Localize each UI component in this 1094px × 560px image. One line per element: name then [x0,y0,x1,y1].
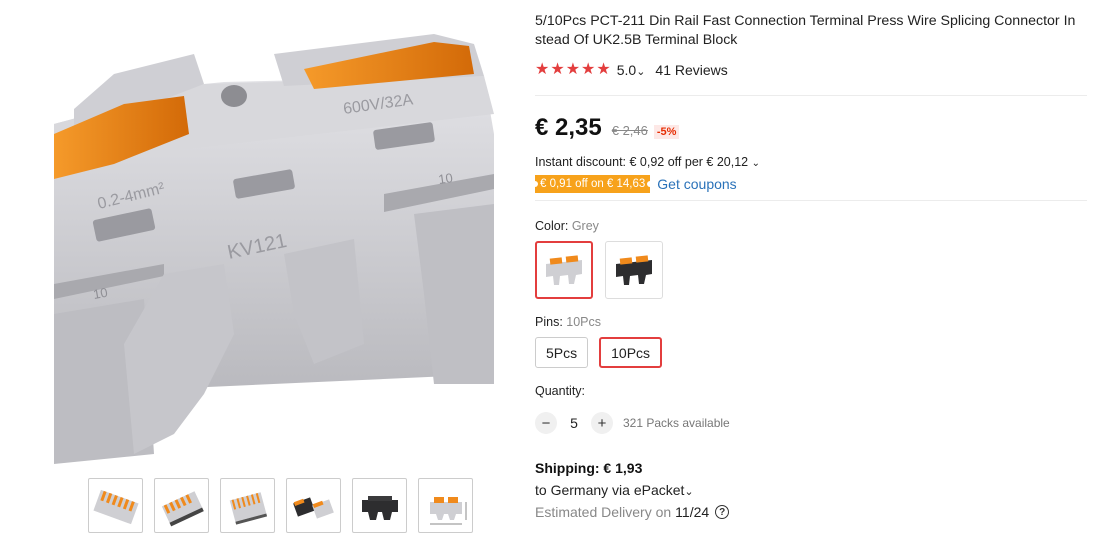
coupon-badge: € 0,91 off on € 14,63 [535,175,651,193]
product-title: 5/10Pcs PCT-211 Din Rail Fast Connection… [535,13,1076,48]
black-terminal-icon [616,255,652,285]
divider [535,95,1087,96]
quantity-value[interactable]: 5 [557,415,591,431]
thumbnail-4[interactable] [286,478,341,533]
grey-terminal-icon [546,255,582,285]
star-icon: ★ [565,61,581,78]
color-option-black[interactable] [605,241,663,299]
pin-options: 5Pcs 10Pcs [535,337,1087,368]
star-icon: ★ [535,61,550,78]
thumbnail-6[interactable] [418,478,473,533]
product-info-panel: 5/10Pcs PCT-211 Din Rail Fast Connection… [535,12,1087,520]
instant-discount[interactable]: Instant discount: € 0,92 off per € 20,12… [535,155,1087,169]
color-selected-value: Grey [571,219,599,233]
rating-row: ★ ★ ★ ★ ★ 5.0⌄ 41 Reviews [535,60,1087,80]
quantity-label: Quantity: [535,384,586,398]
image-strip-length-right: 10 [437,170,453,187]
divider [535,200,1087,201]
shipping-section: Shipping: € 1,93 to Germany via ePacket⌄… [535,460,1087,520]
price-row: € 2,35 € 2,46 -5% [535,114,1087,142]
main-product-image[interactable]: 600V/32A 0.2-4mm² KV121 10 10 [54,14,504,464]
color-label: Color: Grey [535,219,599,233]
thumbnail-2[interactable] [154,478,209,533]
quantity-decrease-button[interactable]: − [535,412,557,434]
thumbnail-strip [88,478,473,533]
terminal-block-image: 600V/32A 0.2-4mm² KV121 10 10 [54,34,494,464]
estimated-delivery: Estimated Delivery on 11/24 ? [535,504,1087,520]
packs-available: 321 Packs available [623,416,730,430]
get-coupons-link[interactable]: Get coupons [657,176,736,192]
image-strip-length-left: 10 [92,285,109,302]
help-icon[interactable]: ? [715,505,730,519]
thumbnail-3[interactable] [220,478,275,533]
discount-badge: -5% [653,125,680,139]
star-icon: ★ [596,61,611,78]
quantity-increase-button[interactable]: + [591,412,613,434]
thumbnail-1[interactable] [88,478,143,533]
star-icon: ★ [550,61,565,78]
thumbnail-5[interactable] [352,478,407,533]
pins-selected-value: 10Pcs [566,315,602,329]
chevron-down-icon: ⌄ [684,486,694,498]
chevron-down-icon: ⌄ [636,66,646,78]
color-option-grey[interactable] [535,241,593,299]
reviews-link[interactable]: 41 Reviews [655,62,727,78]
shipping-route[interactable]: to Germany via ePacket⌄ [535,482,1087,498]
current-price: € 2,35 [535,114,602,141]
pin-option-10pcs[interactable]: 10Pcs [599,337,663,368]
chevron-down-icon: ⌄ [751,158,760,169]
shipping-title: Shipping: € 1,93 [535,460,643,476]
pins-label: Pins: 10Pcs [535,315,602,329]
pin-option-5pcs[interactable]: 5Pcs [535,337,589,368]
delivery-date: 11/24 [675,504,710,520]
delivery-label: Estimated Delivery on [535,504,672,520]
star-icon: ★ [581,61,596,78]
quantity-stepper: − 5 + 321 Packs available [535,412,1087,434]
original-price: € 2,46 [611,123,648,138]
coupon-row: € 0,91 off on € 14,63 Get coupons [535,175,1087,193]
rating-score[interactable]: 5.0⌄ [617,62,646,78]
color-options [535,241,1087,299]
rating-stars: ★ ★ ★ ★ ★ [535,62,611,78]
